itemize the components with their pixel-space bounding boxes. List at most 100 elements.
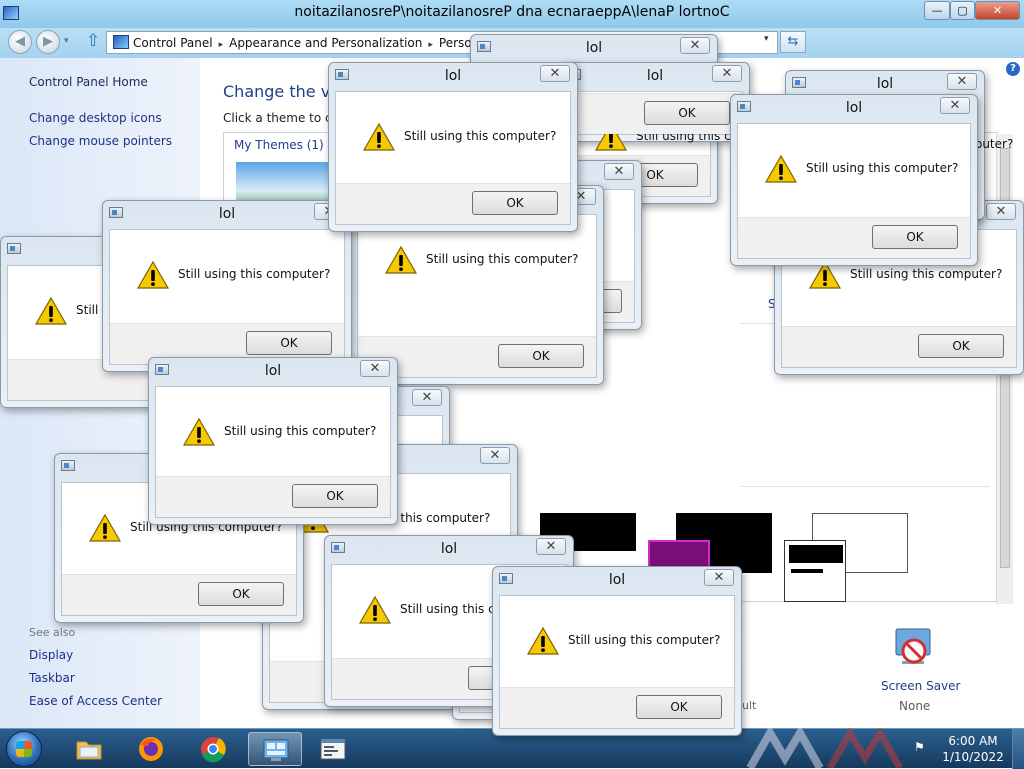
still-using-dialog[interactable]: lol✕Still using this computer?OK — [102, 200, 352, 372]
screen-saver-icon[interactable] — [890, 625, 936, 671]
dialog-close-button[interactable]: ✕ — [540, 65, 570, 82]
dialog-close-button[interactable]: ✕ — [940, 97, 970, 114]
dialog-body: Still using this computer? OK — [155, 386, 391, 518]
dialog-close-button[interactable]: ✕ — [704, 569, 734, 586]
refresh-button[interactable]: ⇆ — [780, 31, 806, 53]
dialog-close-button[interactable]: ✕ — [536, 538, 566, 555]
dialog-close-button[interactable]: ✕ — [680, 37, 710, 54]
screen-saver-value: None — [899, 699, 931, 713]
show-desktop-button[interactable] — [1012, 729, 1024, 769]
windows-logo-icon — [16, 741, 32, 757]
still-using-dialog[interactable]: lol✕Still using this computer?OK — [730, 94, 978, 266]
dialog-close-button[interactable]: ✕ — [712, 65, 742, 82]
taskbar-firefox[interactable] — [124, 732, 178, 766]
breadcrumb-personalization[interactable]: Perso — [439, 36, 472, 50]
breadcrumb-separator-icon[interactable]: ▸ — [428, 40, 433, 50]
warning-icon — [34, 296, 68, 325]
taskbar-control-panel[interactable] — [248, 732, 302, 766]
dialog-footer: OK — [500, 687, 734, 728]
dialog-message: Still using this computer? — [850, 267, 1003, 281]
warning-icon — [384, 245, 418, 274]
dialog-footer: OK — [336, 183, 570, 224]
sidebar-item-ease-of-access-center[interactable]: Ease of Access Center — [29, 694, 162, 708]
ok-button[interactable]: OK — [246, 331, 332, 355]
dialog-close-button[interactable]: ✕ — [947, 73, 977, 90]
ok-button[interactable]: OK — [918, 334, 1004, 358]
ok-button[interactable]: OK — [472, 191, 558, 215]
ok-button[interactable]: OK — [636, 695, 722, 719]
dialog-footer: OK — [738, 217, 970, 258]
high-contrast-theme-white-2[interactable] — [784, 540, 846, 602]
dialog-message: Still using this computer? — [568, 633, 721, 647]
breadcrumb-control-panel[interactable]: Control Panel — [133, 36, 213, 50]
sidebar-item-control-panel-home[interactable]: Control Panel Home — [29, 75, 148, 89]
screen-saver-link[interactable]: Screen Saver — [881, 679, 960, 693]
preview-line — [791, 569, 823, 573]
dialog-close-button[interactable]: ✕ — [480, 447, 510, 464]
folder-icon — [76, 741, 102, 760]
taskbar-windows-explorer[interactable] — [62, 732, 116, 766]
address-dropdown-icon[interactable]: ▾ — [764, 34, 769, 44]
minimize-button[interactable]: — — [924, 1, 950, 20]
history-dropdown-icon[interactable]: ▾ — [64, 36, 69, 46]
back-button[interactable]: ◀ — [8, 30, 32, 54]
warning-icon — [182, 417, 216, 446]
dialog-close-button[interactable]: ✕ — [360, 360, 390, 377]
breadcrumb: Control Panel ▸ Appearance and Personaliza… — [133, 36, 472, 50]
dialog-message: Still using this computer? — [806, 161, 959, 175]
dialog-footer: OK — [782, 326, 1016, 367]
dialog-body: Still using this computer? OK — [335, 91, 571, 225]
dialog-message: Still using this computer? — [426, 252, 579, 266]
breadcrumb-appearance[interactable]: Appearance and Personalization — [229, 36, 422, 50]
forward-button[interactable]: ▶ — [36, 30, 60, 54]
ok-button[interactable]: OK — [292, 484, 378, 508]
warning-icon — [88, 513, 122, 542]
still-using-dialog[interactable]: lol✕Still using this computer?OK — [148, 357, 398, 525]
window-titlebar: noitazilanosreP\noitazilanosreP dna ecna… — [0, 0, 1024, 28]
warning-icon — [362, 122, 396, 151]
warning-icon — [764, 154, 798, 183]
dialog-body: Still using this computer?OK — [567, 91, 788, 151]
dialog-message: Still using this computer? — [224, 424, 377, 438]
still-using-dialog[interactable]: lol✕Still using this computer?OK — [492, 566, 742, 736]
dialog-body: Still using this computer? OK — [499, 595, 735, 729]
divider — [740, 486, 990, 487]
sidebar-item-taskbar[interactable]: Taskbar — [29, 671, 75, 685]
my-themes-heading: My Themes (1) — [234, 138, 324, 152]
chrome-icon — [201, 737, 226, 763]
application-window-icon — [320, 738, 346, 760]
dialog-message: Still using this computer? — [404, 129, 557, 143]
up-arrow-icon[interactable]: ⇧ — [86, 31, 100, 51]
still-using-dialog[interactable]: lol✕Still using this computer?OK — [328, 62, 578, 232]
sidebar-item-change-desktop-icons[interactable]: Change desktop icons — [29, 111, 162, 125]
dialog-body: Still using this computer? OK — [737, 123, 971, 259]
still-using-dialog[interactable]: lol✕Still using this computer?OK — [560, 62, 788, 151]
dialog-message: Still using this computer? — [178, 267, 331, 281]
partial-label: ult — [742, 699, 757, 712]
sidebar-item-change-mouse-pointers[interactable]: Change mouse pointers — [29, 134, 172, 148]
help-icon[interactable]: ? — [1006, 62, 1020, 76]
action-center-flag-icon[interactable]: ⚑ — [914, 740, 930, 756]
clock-time[interactable]: 6:00 AM — [938, 734, 1008, 748]
control-panel-icon — [263, 739, 289, 761]
dialog-body: Still using this computer? OK — [109, 229, 345, 365]
ok-button[interactable]: OK — [498, 344, 584, 368]
warning-icon — [358, 595, 392, 624]
taskbar-chrome[interactable] — [186, 732, 240, 766]
taskbar-application[interactable] — [306, 732, 360, 766]
ok-button[interactable]: OK — [872, 225, 958, 249]
see-also-heading: See also — [29, 626, 76, 639]
sidebar-item-display[interactable]: Display — [29, 648, 73, 662]
breadcrumb-separator-icon[interactable]: ▸ — [219, 40, 224, 50]
warning-icon — [526, 626, 560, 655]
dialog-close-button[interactable]: ✕ — [604, 163, 634, 180]
maximize-button[interactable]: ▢ — [950, 1, 975, 20]
ok-button[interactable]: OK — [644, 101, 730, 125]
start-button[interactable] — [6, 731, 42, 767]
ok-button[interactable]: OK — [198, 582, 284, 606]
background-graffiti — [746, 728, 904, 768]
dialog-close-button[interactable]: ✕ — [412, 389, 442, 406]
dialog-close-button[interactable]: ✕ — [986, 203, 1016, 220]
clock-date[interactable]: 1/10/2022 — [938, 750, 1008, 764]
close-window-button[interactable]: ✕ — [975, 1, 1020, 20]
